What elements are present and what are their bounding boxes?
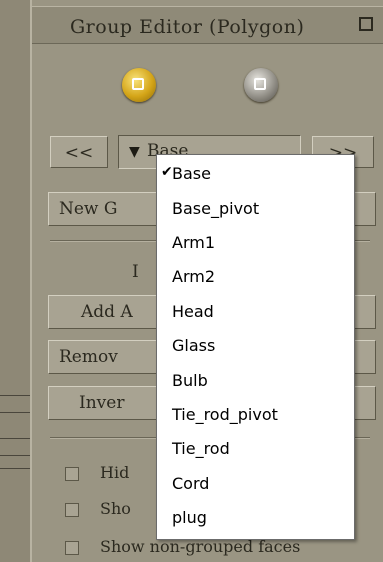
menu-item-label: Cord <box>172 474 210 493</box>
prev-label: << <box>64 143 94 163</box>
section-label: I <box>132 262 139 282</box>
chevron-down-icon: ▼ <box>129 144 140 160</box>
add-label: Add A <box>81 302 133 322</box>
menu-item-arm2[interactable]: Arm2 <box>157 260 354 294</box>
canvas-line <box>0 468 30 469</box>
checkmark-icon: ✔ <box>161 164 173 180</box>
menu-item-base-pivot[interactable]: Base_pivot <box>157 192 354 226</box>
canvas-line <box>0 438 30 439</box>
menu-item-label: Head <box>172 302 214 321</box>
menu-item-plug[interactable]: plug <box>157 501 354 535</box>
menu-item-glass[interactable]: Glass <box>157 329 354 363</box>
canvas-line <box>0 395 30 396</box>
canvas-line <box>0 455 30 456</box>
menu-item-label: plug <box>172 508 207 527</box>
show-label: Sho <box>100 499 131 518</box>
menu-item-tie-rod-pivot[interactable]: Tie_rod_pivot <box>157 398 354 432</box>
menu-item-cord[interactable]: Cord <box>157 467 354 501</box>
menu-item-label: Glass <box>172 336 216 355</box>
menu-item-label: Bulb <box>172 371 208 390</box>
show-checkbox[interactable] <box>65 503 79 517</box>
menu-item-head[interactable]: Head <box>157 295 354 329</box>
invert-label: Inver <box>79 393 125 413</box>
title-bar[interactable]: Group Editor (Polygon) <box>32 6 383 44</box>
new-group-label: New G <box>59 199 118 219</box>
menu-item-label: Tie_rod_pivot <box>172 405 278 424</box>
menu-item-tie-rod[interactable]: Tie_rod <box>157 432 354 466</box>
hide-checkbox[interactable] <box>65 467 79 481</box>
add-group-mode-icon[interactable] <box>122 68 156 102</box>
menu-item-base[interactable]: ✔ Base <box>157 157 354 191</box>
menu-item-label: Arm1 <box>172 233 216 252</box>
menu-item-label: Tie_rod <box>172 439 230 458</box>
menu-item-arm1[interactable]: Arm1 <box>157 226 354 260</box>
menu-item-label: Base <box>172 164 211 183</box>
plus-square-icon <box>132 78 144 90</box>
canvas-line <box>0 412 30 413</box>
prev-group-button[interactable]: << <box>50 136 108 168</box>
menu-item-label: Arm2 <box>172 267 216 286</box>
window-title: Group Editor (Polygon) <box>70 16 305 38</box>
menu-item-bulb[interactable]: Bulb <box>157 364 354 398</box>
show-non-grouped-checkbox[interactable] <box>65 541 79 555</box>
window-box-icon[interactable] <box>359 17 373 31</box>
hide-label: Hid <box>100 463 130 482</box>
background-canvas <box>0 0 30 562</box>
minus-square-icon <box>254 78 266 90</box>
remove-label: Remov <box>59 347 118 367</box>
group-dropdown-menu: ✔ Base Base_pivot Arm1 Arm2 Head Glass Bu… <box>156 154 355 540</box>
menu-item-label: Base_pivot <box>172 199 260 218</box>
remove-group-mode-icon[interactable] <box>244 68 278 102</box>
